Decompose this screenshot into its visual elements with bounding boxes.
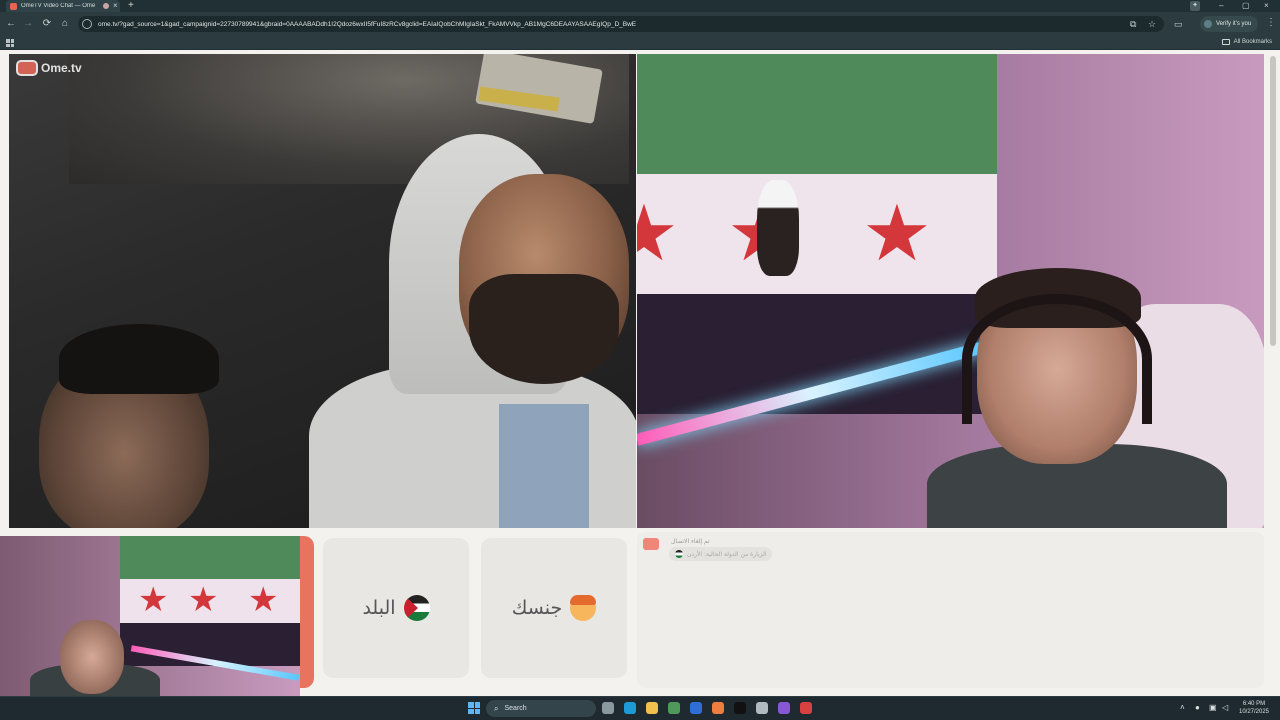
local-person [927, 268, 1227, 528]
new-tab-button[interactable]: + [128, 0, 134, 12]
install-app-icon[interactable]: ⧉ [1130, 19, 1136, 30]
search-icon: ⌕ [494, 703, 499, 713]
home-button[interactable]: ⌂ [58, 17, 72, 31]
tab-title: OmeTV Video Chat — Ome [21, 3, 96, 9]
volume-icon[interactable]: ◁ [1222, 703, 1228, 713]
browser-tab[interactable]: OmeTV Video Chat — Ome × [6, 0, 120, 12]
ometv-logo[interactable]: Ome.tv [16, 60, 82, 76]
audio-playing-icon[interactable] [103, 3, 109, 9]
address-bar[interactable]: ome.tv/?gad_source=1&gad_campaignid=2273… [78, 16, 1164, 32]
store-icon[interactable] [668, 702, 680, 714]
syrian-flag-small: ★ ★ ★ [120, 536, 300, 666]
ometv-chat-icon [643, 538, 659, 550]
side-panel-icon[interactable]: ▭ [1174, 19, 1183, 30]
chrome-icon[interactable] [712, 702, 724, 714]
display-icon[interactable]: ▣ [1209, 703, 1217, 713]
local-video[interactable]: ★ ★ ★ [637, 54, 1264, 528]
maximize-button[interactable]: ▢ [1242, 0, 1250, 12]
browser-toolbar: ← → ⟳ ⌂ ome.tv/?gad_source=1&gad_campaig… [0, 12, 1280, 36]
task-view-icon[interactable] [602, 702, 614, 714]
chat-country-text: الزيارة من الدولة الحالية: الأردن [687, 550, 767, 558]
url-text[interactable]: ome.tv/?gad_source=1&gad_campaignid=2273… [98, 21, 636, 28]
taskbar-search[interactable]: ⌕ Search [486, 700, 596, 717]
edge-icon[interactable] [624, 702, 636, 714]
flag-star: ★ [138, 581, 169, 619]
remote-person-left [19, 304, 239, 528]
ometv-page: Ome.tv ★ ★ ★ ★ ★ البلد جنسك تم إلغاء الا… [0, 50, 1280, 696]
taskbar-search-label: Search [504, 705, 527, 712]
site-info-icon[interactable] [82, 19, 92, 29]
remote-person-right [299, 134, 636, 528]
tab-close-button[interactable]: × [113, 0, 118, 12]
minimize-button[interactable]: – [1219, 0, 1223, 12]
chat-system-message: تم إلغاء الاتصال [671, 538, 710, 545]
page-scrollbar[interactable] [1270, 56, 1276, 346]
mic-app-icon[interactable] [756, 702, 768, 714]
person-emoji-icon [570, 595, 597, 621]
logo-text: Ome.tv [41, 61, 82, 75]
folder-icon [1221, 39, 1230, 45]
jordan-flag-icon [675, 550, 683, 558]
extension-icon[interactable]: ✦ [1190, 1, 1200, 11]
headset [962, 294, 1152, 424]
back-button[interactable]: ← [4, 17, 18, 31]
browser-menu-icon[interactable]: ⋮ [1266, 18, 1276, 28]
chat-panel[interactable]: تم إلغاء الاتصال الزيارة من الدولة الحال… [637, 532, 1264, 688]
flag-star: ★ [862, 189, 932, 277]
apps-grid-icon[interactable] [6, 39, 14, 47]
bookmarks-bar: All Bookmarks [0, 36, 1280, 50]
eagle-figure [757, 180, 799, 276]
flag-star: ★ [188, 581, 219, 619]
verify-label: Verify it's you [1216, 21, 1252, 27]
bookmark-star-icon[interactable]: ☆ [1148, 19, 1156, 30]
tiktok-icon[interactable] [734, 702, 746, 714]
self-person-face [60, 620, 124, 694]
windows-start-icon[interactable] [468, 702, 480, 714]
beard [469, 274, 619, 384]
reload-button[interactable]: ⟳ [40, 17, 54, 31]
all-bookmarks-button[interactable]: All Bookmarks [1221, 39, 1272, 45]
gender-label: جنسك [511, 597, 563, 619]
next-button[interactable] [300, 536, 314, 688]
obs-icon[interactable] [800, 702, 812, 714]
remote-video[interactable]: Ome.tv [9, 54, 636, 528]
chat-country-notice: الزيارة من الدولة الحالية: الأردن [669, 547, 773, 561]
forward-button[interactable]: → [21, 17, 35, 31]
clock-date: 10/27/2025 [1238, 709, 1270, 715]
tray-overflow-icon[interactable]: ˄ [1180, 703, 1185, 713]
ometv-favicon-icon [10, 2, 17, 10]
verify-profile-button[interactable]: Verify it's you [1200, 16, 1258, 32]
taskbar-clock[interactable]: 6:40 PM 10/27/2025 [1236, 700, 1272, 716]
photos-icon[interactable] [690, 702, 702, 714]
all-bookmarks-label: All Bookmarks [1233, 39, 1272, 45]
browser-titlebar: OmeTV Video Chat — Ome × + ✦ – ▢ × [0, 0, 1280, 12]
country-filter-button[interactable]: البلد [323, 538, 469, 678]
gender-filter-button[interactable]: جنسك [481, 538, 627, 678]
jordan-flag-icon [403, 595, 430, 621]
clock-time: 6:40 PM [1242, 701, 1266, 707]
close-window-button[interactable]: × [1264, 0, 1269, 12]
self-camera-preview[interactable]: ★ ★ ★ [0, 536, 300, 696]
ometv-logo-icon [16, 60, 38, 76]
flag-star: ★ [248, 581, 279, 619]
remote-person-left-hair [59, 324, 219, 394]
profile-avatar [1204, 20, 1212, 28]
discord-icon[interactable] [778, 702, 790, 714]
microphone-icon[interactable]: ● [1195, 703, 1200, 713]
flag-star: ★ [637, 189, 679, 277]
windows-taskbar: ⌕ Search ˄ ● ▣ ◁ 6:40 PM 10/27/2025 [0, 696, 1280, 720]
shirt [499, 404, 589, 528]
file-explorer-icon[interactable] [646, 702, 658, 714]
country-label: البلد [362, 597, 396, 619]
